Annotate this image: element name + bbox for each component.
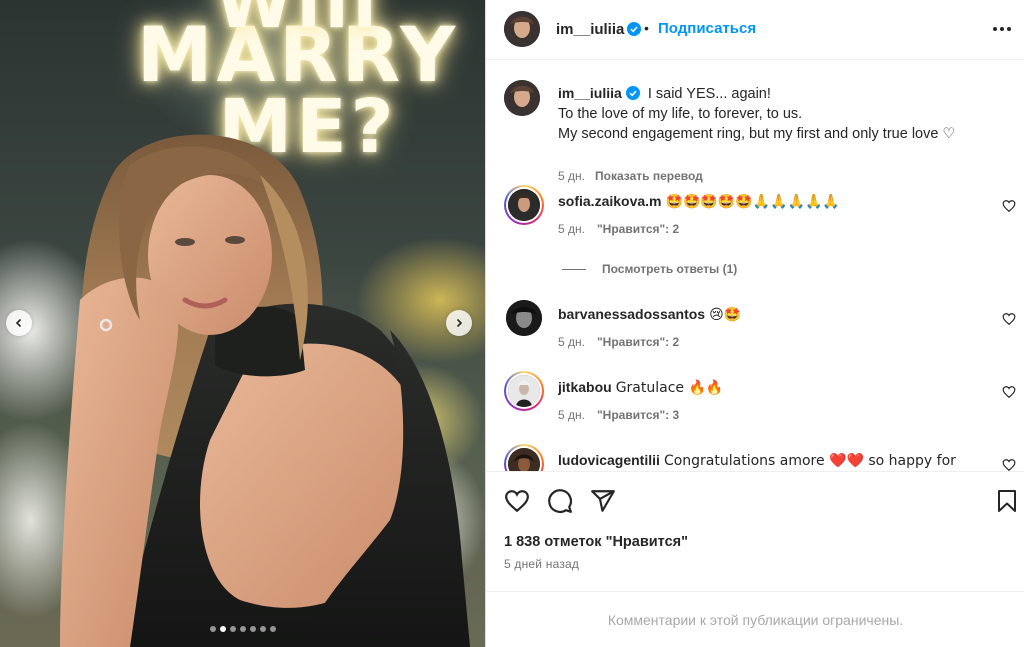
story-ring[interactable] (504, 185, 544, 225)
heart-icon[interactable] (1002, 385, 1016, 399)
story-ring[interactable] (504, 371, 544, 411)
save-button[interactable] (992, 486, 1022, 516)
carousel-prev-button[interactable] (6, 310, 32, 336)
divider-line (562, 268, 586, 270)
share-button[interactable] (588, 486, 618, 516)
carousel-dot (229, 626, 236, 632)
carousel-next-button[interactable] (446, 310, 472, 336)
chevron-right-icon (456, 318, 463, 328)
comment-username[interactable]: ludovicagentilii (558, 452, 660, 468)
comment-likes[interactable]: "Нравится": 3 (597, 408, 679, 422)
heart-icon[interactable] (1002, 458, 1016, 471)
post-date[interactable]: 5 дней назад (504, 557, 579, 571)
comment-text: barvanessadossantos 😢🤩 (558, 304, 978, 325)
more-horizontal-icon (993, 27, 1011, 31)
carousel-dot (209, 626, 216, 632)
header-username[interactable]: im__iuliia (556, 21, 624, 38)
carousel-dot (239, 626, 246, 632)
chevron-left-icon (15, 318, 22, 328)
comment-username[interactable]: sofia.zaikova.m (558, 193, 662, 209)
header-separator: • (644, 20, 649, 36)
share-icon (591, 490, 615, 512)
translate-button[interactable]: Показать перевод (595, 169, 703, 183)
comment-meta: 5 дн. "Нравится": 2 (558, 222, 679, 236)
comment-body: Gratulace 🔥🔥 (615, 380, 724, 396)
post-header: im__iuliia • Подписаться (486, 0, 1024, 60)
comment-username[interactable]: jitkabou (558, 379, 612, 395)
verified-badge-icon (625, 86, 640, 100)
carousel-indicator (0, 626, 485, 632)
post-actions: 1 838 отметок "Нравится" 5 дней назад (486, 471, 1024, 591)
comment-meta: 5 дн. "Нравится": 2 (558, 335, 679, 349)
story-ring[interactable] (504, 444, 544, 471)
comment-likes[interactable]: "Нравится": 2 (597, 222, 679, 236)
comment-text: sofia.zaikova.m 🤩🤩🤩🤩🤩🙏🙏🙏🙏🙏 (558, 191, 978, 212)
heart-icon[interactable] (1002, 199, 1016, 213)
comments-limited-notice: Комментарии к этой публикации ограничены… (486, 591, 1024, 647)
bookmark-icon (998, 490, 1016, 512)
comment-text: jitkabou Gratulace 🔥🔥 (558, 377, 978, 398)
heart-icon (505, 490, 529, 513)
comment-icon (548, 489, 572, 513)
caption-meta: 5 дн. Показать перевод (558, 169, 703, 183)
comment-body: Congratulations amore ❤️❤️ so happy for (663, 453, 956, 469)
comments-limited-text: Комментарии к этой публикации ограничены… (607, 611, 904, 628)
avatar (508, 189, 540, 221)
like-button[interactable] (502, 486, 532, 516)
heart-icon[interactable] (1002, 312, 1016, 326)
caption-age[interactable]: 5 дн. (558, 169, 585, 183)
verified-badge-icon (627, 22, 641, 36)
comments-section[interactable]: im__iuliia I said YES... again! To the l… (486, 61, 1024, 471)
avatar (508, 375, 540, 407)
carousel-dot (259, 626, 266, 632)
caption-line2: To the love of my life, to forever, to u… (558, 106, 803, 122)
follow-button[interactable]: Подписаться (658, 20, 756, 37)
comment-text: ludovicagentilii Congratulations amore ❤… (558, 450, 978, 471)
caption-username[interactable]: im__iuliia (558, 85, 622, 101)
avatar[interactable] (504, 11, 540, 47)
avatar[interactable] (504, 80, 540, 116)
comment-meta: 5 дн. "Нравится": 3 (558, 408, 679, 422)
carousel-dot (219, 626, 226, 632)
avatar[interactable] (506, 300, 542, 336)
caption-line1: I said YES... again! (647, 86, 771, 102)
likes-count[interactable]: 1 838 отметок "Нравится" (504, 534, 688, 550)
caption-line3: My second engagement ring, but my first … (558, 126, 956, 142)
avatar (508, 448, 540, 471)
view-replies-button[interactable]: Посмотреть ответы (1) (562, 262, 737, 276)
carousel-dot (269, 626, 276, 632)
carousel-dot (249, 626, 256, 632)
comment-username[interactable]: barvanessadossantos (558, 306, 705, 322)
post-side-panel: im__iuliia • Подписаться im__iuliia I sa… (485, 0, 1024, 647)
comment-age[interactable]: 5 дн. (558, 408, 585, 422)
more-options-button[interactable] (989, 16, 1015, 42)
caption-text: im__iuliia I said YES... again! To the l… (558, 83, 998, 144)
comment-likes[interactable]: "Нравится": 2 (597, 335, 679, 349)
comment-body: 🤩🤩🤩🤩🤩🙏🙏🙏🙏🙏 (665, 194, 840, 210)
comment-age[interactable]: 5 дн. (558, 335, 585, 349)
comment-age[interactable]: 5 дн. (558, 222, 585, 236)
comment-body: 😢🤩 (709, 307, 742, 323)
woman-photo (60, 134, 470, 647)
comment-button[interactable] (545, 486, 575, 516)
view-replies-label: Посмотреть ответы (1) (602, 262, 738, 276)
post-media[interactable]: Will MARRY ME? (0, 0, 485, 647)
